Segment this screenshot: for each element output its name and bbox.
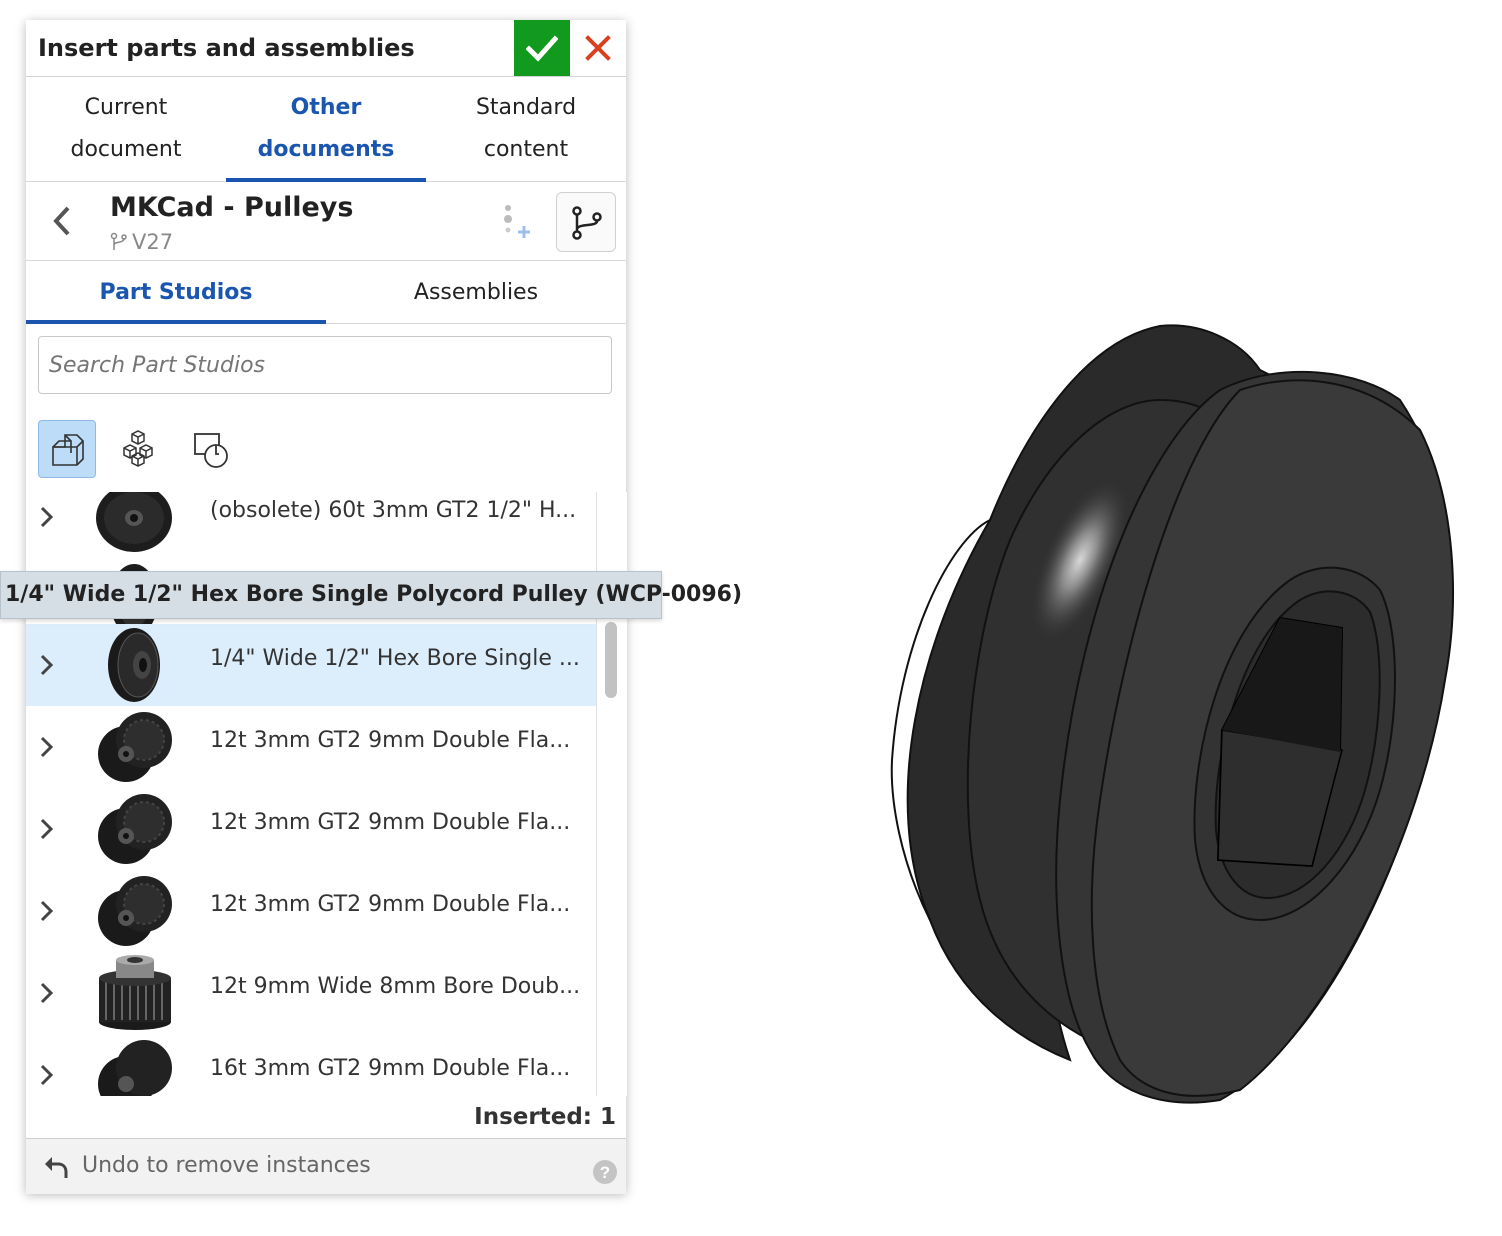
list-item[interactable]: 12t 3mm GT2 9mm Double Fla... <box>26 788 596 870</box>
list-item-label: 12t 3mm GT2 9mm Double Fla... <box>210 728 571 753</box>
help-question-icon[interactable]: ? <box>592 1159 618 1185</box>
element-type-tabs: Part Studios Assemblies <box>26 261 626 324</box>
search-input[interactable] <box>38 336 612 394</box>
create-version-button[interactable] <box>496 202 536 246</box>
undo-icon[interactable] <box>42 1153 70 1181</box>
filter-parts-button[interactable] <box>38 420 96 478</box>
chevron-right-icon[interactable] <box>38 898 56 924</box>
branch-small-icon <box>110 232 127 250</box>
list-item-label: 12t 3mm GT2 9mm Double Fla... <box>210 810 571 835</box>
list-item[interactable]: 12t 3mm GT2 9mm Double Fla... <box>26 706 596 788</box>
item-tooltip: 1/4" Wide 1/2" Hex Bore Single Polycord … <box>0 571 742 619</box>
tab-label-line1: Current <box>84 95 168 120</box>
document-header: MKCad - Pulleys V27 <box>26 182 626 261</box>
svg-text:?: ? <box>600 1163 610 1182</box>
inserted-count: Inserted: 1 <box>474 1104 616 1130</box>
dialog-footer: Undo to remove instances ? <box>26 1138 626 1194</box>
tab-label-line1: Standard <box>475 95 577 120</box>
undo-label[interactable]: Undo to remove instances <box>82 1153 371 1178</box>
back-button[interactable] <box>48 204 78 242</box>
dialog-header: Insert parts and assemblies <box>26 20 626 77</box>
pulley-thumbnail <box>99 955 171 1030</box>
document-version: V27 <box>110 230 173 254</box>
tab-assemblies[interactable]: Assemblies <box>326 261 626 323</box>
document-name: MKCad - Pulleys <box>110 192 354 223</box>
tab-standard-content[interactable]: Standard content <box>426 77 626 181</box>
chevron-right-icon[interactable] <box>38 652 56 678</box>
assembly-cubes-icon <box>123 430 153 467</box>
list-item[interactable]: 12t 9mm Wide 8mm Bore Doub... <box>26 952 596 1034</box>
source-tabs: Current document Other documents Standar… <box>26 77 626 182</box>
version-text: V27 <box>132 230 174 254</box>
list-item[interactable]: 16t 3mm GT2 9mm Double Fla... <box>26 1034 596 1096</box>
scrollbar-thumb[interactable] <box>605 622 617 698</box>
list-item-label: 1/4" Wide 1/2" Hex Bore Single ... <box>210 646 580 671</box>
list-item[interactable]: 12t 3mm GT2 9mm Double Fla... <box>26 870 596 952</box>
tab-label-line2: content <box>483 137 569 162</box>
version-plus-icon <box>504 205 530 238</box>
pulley-thumbnail <box>98 1040 172 1096</box>
part-icon <box>52 434 84 466</box>
3d-viewport[interactable] <box>860 300 1480 1120</box>
checkmark-icon <box>526 35 558 62</box>
pulley-thumbnail <box>98 794 172 864</box>
branch-button[interactable] <box>556 192 616 252</box>
chevron-right-icon[interactable] <box>38 734 56 760</box>
branch-icon <box>572 206 602 240</box>
tab-part-studios[interactable]: Part Studios <box>26 261 326 324</box>
close-x-icon <box>585 35 611 61</box>
tab-label-line2: documents <box>257 137 395 162</box>
chevron-right-icon[interactable] <box>38 504 56 530</box>
tab-current-document[interactable]: Current document <box>26 77 226 181</box>
confirm-button[interactable] <box>514 20 570 76</box>
pulley-thumbnail <box>98 712 172 782</box>
dialog-title: Insert parts and assemblies <box>38 34 415 62</box>
chevron-right-icon[interactable] <box>38 980 56 1006</box>
list-item-label: 12t 3mm GT2 9mm Double Fla... <box>210 892 571 917</box>
chevron-right-icon[interactable] <box>38 816 56 842</box>
pulley-thumbnail <box>98 876 172 946</box>
sketch-icon <box>194 433 228 468</box>
tab-other-documents[interactable]: Other documents <box>226 77 426 182</box>
list-item-label: (obsolete) 60t 3mm GT2 1/2" H... <box>210 498 577 523</box>
tab-label-line1: Other <box>290 95 362 120</box>
list-item-label: 12t 9mm Wide 8mm Bore Doub... <box>210 974 581 999</box>
list-item[interactable]: 1/4" Wide 1/2" Hex Bore Single ... <box>26 624 596 706</box>
chevron-right-icon[interactable] <box>38 1062 56 1088</box>
tab-label-line2: document <box>70 137 182 162</box>
chevron-left-icon <box>53 206 70 236</box>
pulley-thumbnail <box>96 492 172 552</box>
filter-bar <box>26 408 626 494</box>
filter-assemblies-button[interactable] <box>108 420 166 478</box>
list-item[interactable]: (obsolete) 60t 3mm GT2 1/2" H... <box>26 492 596 558</box>
close-button[interactable] <box>578 30 618 68</box>
filter-sketches-button[interactable] <box>182 420 240 478</box>
pulley-3d-model <box>890 324 1454 1104</box>
pulley-thumbnail <box>108 628 160 702</box>
list-item-label: 16t 3mm GT2 9mm Double Fla... <box>210 1056 571 1081</box>
